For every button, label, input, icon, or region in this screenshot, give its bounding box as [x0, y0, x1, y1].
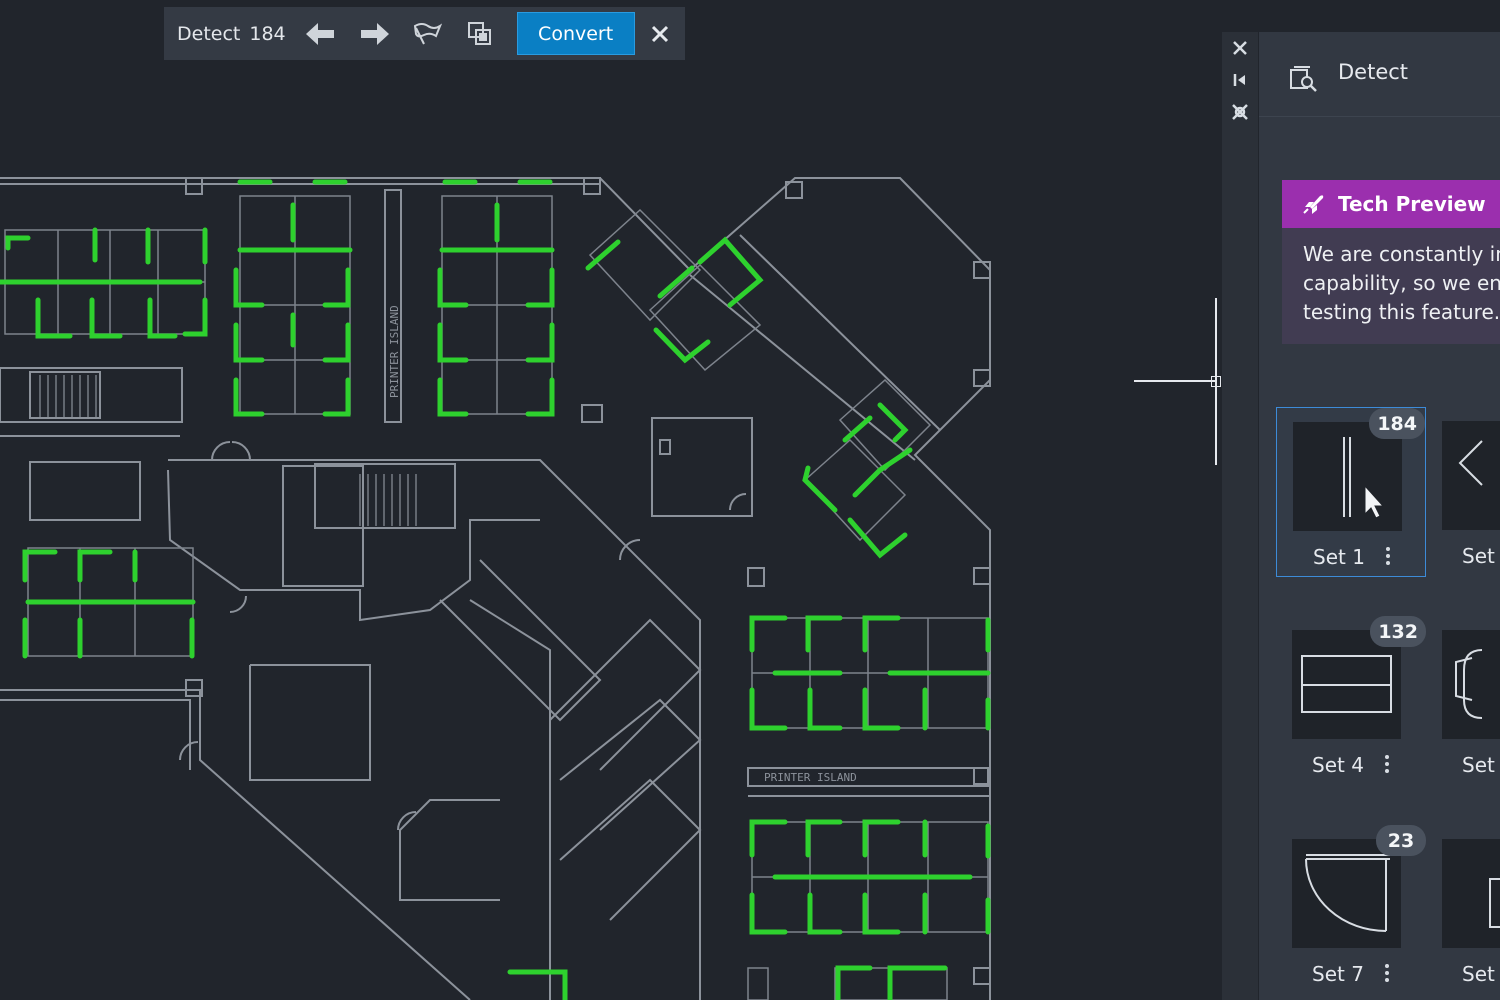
drawing-canvas[interactable]: PRINTER ISLAND PRINTER ISLAND	[0, 0, 1222, 1000]
tech-preview-line: We are constantly im	[1303, 242, 1500, 266]
detect-count: 184	[249, 22, 286, 45]
set-more-button[interactable]	[1381, 544, 1395, 574]
cursor-crosshair-pickbox	[1211, 376, 1221, 387]
close-icon	[651, 25, 668, 42]
panel-header: Detect	[1259, 32, 1500, 117]
panel-title: Detect	[1338, 60, 1409, 84]
set-label: Set 4	[1312, 753, 1364, 777]
collapse-panel-icon	[1233, 74, 1245, 86]
cursor-crosshair-horizontal	[1134, 380, 1216, 382]
arrow-left-icon	[305, 22, 334, 45]
tech-preview-banner: Tech Preview	[1282, 180, 1500, 228]
tech-preview-message: We are constantly im capability, so we e…	[1282, 228, 1500, 344]
detect-panel: Detect Tech Preview We are constantly im…	[1259, 32, 1500, 1000]
set-more-button[interactable]	[1380, 961, 1394, 991]
floor-plan: PRINTER ISLAND PRINTER ISLAND	[0, 177, 991, 1000]
set-card-1[interactable]: 184 Set 1	[1276, 407, 1426, 577]
set-label: Set	[1462, 753, 1495, 777]
set-label: Set 1	[1313, 545, 1365, 569]
set-label: Set 7	[1312, 962, 1364, 986]
copy-selection-button[interactable]	[461, 15, 499, 53]
set-thumbnail	[1442, 839, 1500, 948]
tech-preview-line: testing this feature.	[1303, 300, 1500, 324]
set-more-button[interactable]	[1380, 752, 1394, 782]
detect-label: Detect	[177, 22, 241, 45]
next-button[interactable]	[355, 15, 393, 53]
detect-toolbar: Detect 184 Convert	[164, 7, 685, 60]
printer-island-label-vertical: PRINTER ISLAND	[388, 305, 401, 398]
previous-button[interactable]	[302, 15, 340, 53]
close-palette-button[interactable]	[1230, 38, 1250, 58]
convert-button[interactable]: Convert	[516, 12, 635, 55]
settings-icon	[1232, 104, 1248, 120]
flag-button[interactable]	[408, 15, 446, 53]
palette-rail	[1222, 32, 1258, 1000]
detect-search-icon	[1290, 66, 1317, 92]
flag-icon	[413, 22, 442, 44]
set-card-7[interactable]: 23 Set 7	[1276, 825, 1426, 995]
set-card-2[interactable]: Set	[1426, 407, 1500, 577]
set-count-badge: 23	[1376, 825, 1426, 856]
palette-settings-button[interactable]	[1230, 102, 1250, 122]
set-card-4[interactable]: 132 Set 4	[1276, 616, 1426, 786]
set-label: Set	[1462, 962, 1495, 986]
set-thumbnail	[1442, 630, 1500, 739]
set-card-8[interactable]: Set	[1426, 825, 1500, 995]
rocket-icon	[1303, 195, 1324, 214]
set-label: Set	[1462, 544, 1495, 568]
set-count-badge: 184	[1369, 408, 1425, 439]
set-thumbnail	[1442, 421, 1500, 530]
tech-preview-line: capability, so we enc	[1303, 271, 1500, 295]
tech-preview-title: Tech Preview	[1338, 192, 1486, 216]
set-count-badge: 132	[1370, 616, 1426, 647]
close-toolbar-button[interactable]	[645, 19, 675, 49]
set-thumbnail	[1292, 839, 1401, 948]
arrow-right-icon	[360, 22, 389, 45]
set-card-5[interactable]: Set	[1426, 616, 1500, 786]
close-icon	[1233, 41, 1247, 55]
printer-island-label: PRINTER ISLAND	[764, 771, 857, 784]
copy-selection-icon	[467, 21, 491, 45]
collapse-palette-button[interactable]	[1230, 70, 1250, 90]
